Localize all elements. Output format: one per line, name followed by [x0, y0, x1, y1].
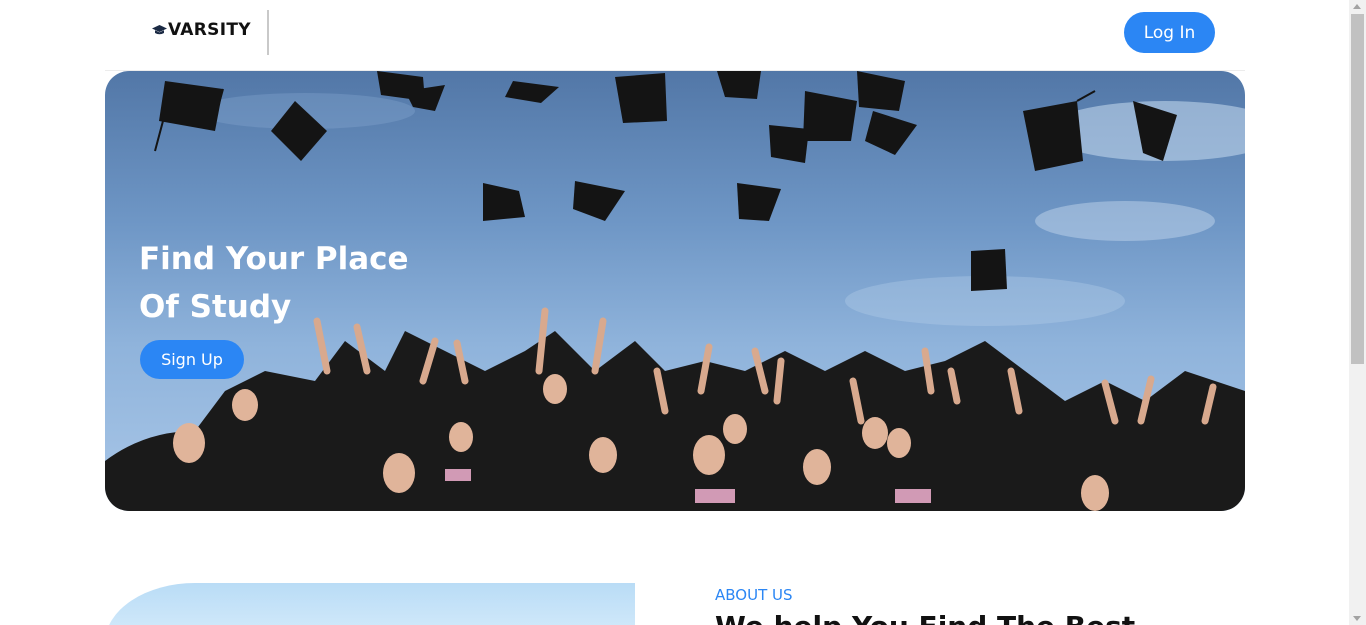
hero-title-line-2: Of Study	[139, 289, 292, 325]
about-heading: We help You Find The Best	[715, 610, 1135, 625]
brand-name: VARSITY	[168, 20, 251, 40]
about-kicker: ABOUT US	[715, 586, 793, 604]
scroll-down-icon[interactable]	[1353, 616, 1361, 621]
site-header: VARSITY Log In	[0, 0, 1349, 70]
about-image	[105, 583, 635, 625]
hero-banner: Find Your Place Of Study Sign Up	[105, 71, 1245, 511]
page: VARSITY Log In Find Your Place Of Study …	[0, 0, 1366, 625]
hero-title-line-1: Find Your Place	[139, 241, 409, 277]
page-scrollbar[interactable]	[1349, 0, 1366, 625]
signup-button[interactable]: Sign Up	[140, 340, 244, 379]
graduation-cap-icon	[152, 25, 167, 35]
brand-divider	[267, 10, 269, 55]
scroll-up-icon[interactable]	[1353, 4, 1361, 9]
brand-logo[interactable]: VARSITY	[152, 20, 251, 40]
scroll-thumb[interactable]	[1351, 14, 1364, 364]
hero-title: Find Your Place Of Study	[139, 235, 409, 331]
login-button[interactable]: Log In	[1124, 12, 1215, 53]
